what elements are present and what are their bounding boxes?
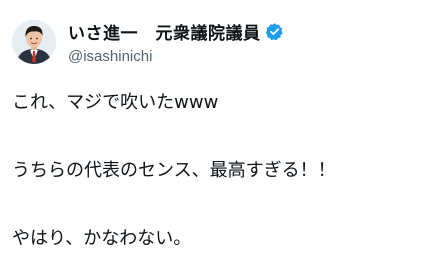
post-text: これ、マジで吹いたwww うちらの代表のセンス、最高すぎる！！ やはり、かなわな…	[12, 90, 419, 252]
post-line-3: やはり、かなわない。	[12, 228, 192, 249]
post-header: いさ進一 元衆議院議員 @isashinichi	[12, 14, 284, 70]
author-name-row: いさ進一 元衆議院議員	[68, 19, 284, 44]
post-line-2: うちらの代表のセンス、最高すぎる！！	[12, 160, 336, 181]
verified-badge-icon	[265, 22, 284, 41]
author-handle[interactable]: @isashinichi	[68, 48, 284, 65]
author-display-name[interactable]: いさ進一 元衆議院議員	[68, 19, 261, 44]
post-line-1: これ、マジで吹いたwww	[12, 92, 219, 113]
author-block: いさ進一 元衆議院議員 @isashinichi	[68, 19, 284, 65]
avatar[interactable]	[12, 20, 56, 64]
